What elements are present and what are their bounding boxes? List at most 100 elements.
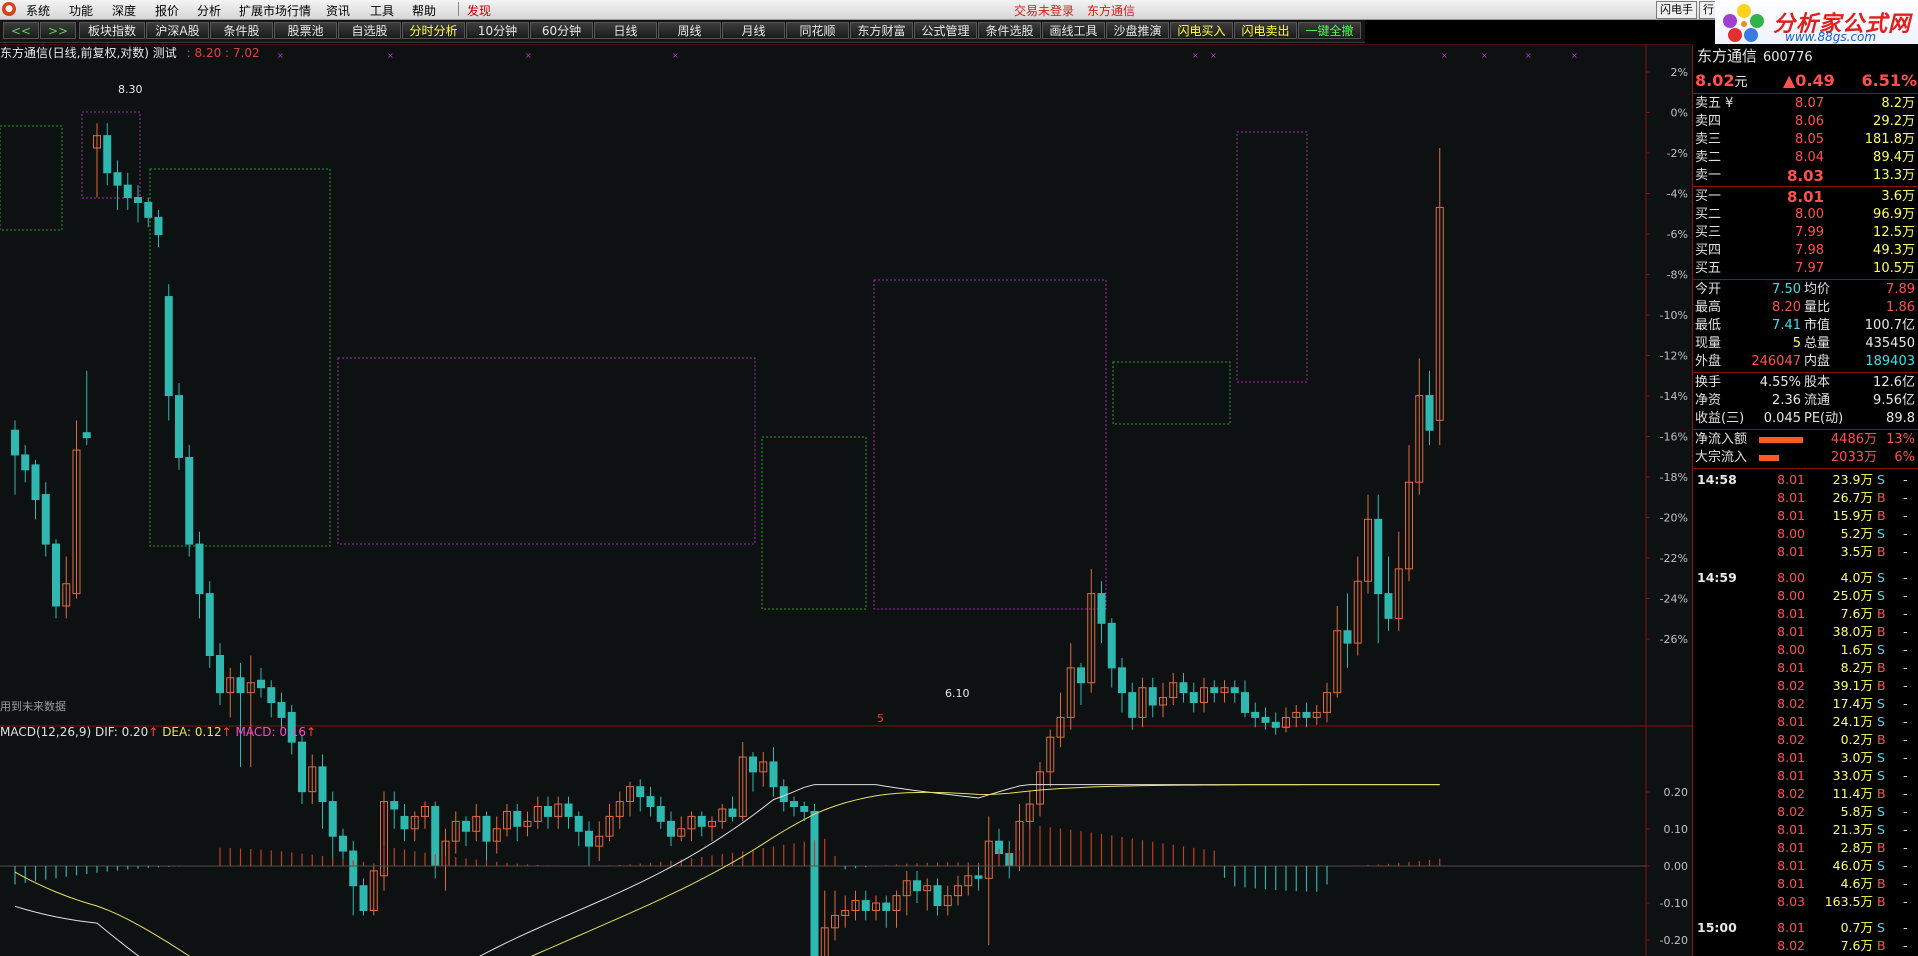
buy-label: 买二 bbox=[1695, 207, 1722, 222]
candlestick bbox=[175, 383, 183, 470]
menu-extended-market[interactable]: 扩展市场行情 bbox=[239, 2, 311, 19]
tick-volume: 8.2万 bbox=[1840, 660, 1873, 675]
tab-monthly[interactable]: 月线 bbox=[722, 22, 785, 39]
buy-level-0[interactable]: 买一 8.01 3.6万 bbox=[1693, 188, 1918, 206]
stat2-row-value-2: 9.56亿 bbox=[1873, 393, 1915, 408]
menu-discover[interactable]: 发现 bbox=[467, 2, 491, 19]
toolbar: << >> 板块指数 沪深A股 条件股 股票池 自选股 分时分析 10分钟 60… bbox=[0, 20, 1365, 43]
nav-prev-button[interactable]: << bbox=[3, 22, 39, 39]
tab-weekly[interactable]: 周线 bbox=[658, 22, 721, 39]
y-axis-label: -10% bbox=[1660, 309, 1688, 322]
stat2-row-label: 换手 bbox=[1695, 375, 1722, 390]
price-quote: 8.02元 ▲0.49 6.51% bbox=[1695, 71, 1917, 91]
tick-mark: - bbox=[1903, 588, 1908, 603]
stat2-row-label: 收益(三) bbox=[1695, 411, 1745, 426]
menu-system[interactable]: 系统 bbox=[26, 2, 50, 19]
tab-tonghuashun[interactable]: 同花顺 bbox=[786, 22, 849, 39]
chart-header: 东方通信(日线,前复权,对数) 测试 : 8.20 : 7.02 bbox=[0, 44, 260, 61]
tick-row: 8.00 25.0万 S - bbox=[1693, 587, 1918, 605]
dea-up-icon: ↑ bbox=[221, 725, 232, 739]
stat-row-label: 最低 bbox=[1695, 318, 1722, 333]
tick-mark: - bbox=[1903, 768, 1908, 783]
tick-side: B bbox=[1877, 660, 1886, 675]
cancel-all-button[interactable]: 一键全撤 bbox=[1298, 22, 1361, 39]
tick-volume: 7.6万 bbox=[1840, 938, 1873, 953]
tick-row: 8.01 15.9万 B - bbox=[1693, 507, 1918, 525]
tick-row: 8.01 26.7万 B - bbox=[1693, 489, 1918, 507]
flash-sell-button[interactable]: 闪电卖出 bbox=[1234, 22, 1297, 39]
tick-volume: 3.5万 bbox=[1840, 544, 1873, 559]
stat-row-label: 外盘 bbox=[1695, 354, 1722, 369]
menu-depth[interactable]: 深度 bbox=[112, 2, 136, 19]
sell-volume: 181.8万 bbox=[1864, 132, 1915, 147]
tick-row: 8.01 24.1万 S - bbox=[1693, 713, 1918, 731]
y-axis-label: -26% bbox=[1660, 633, 1688, 646]
buy-level-4[interactable]: 买五 7.97 10.5万 bbox=[1693, 260, 1918, 278]
brand-url[interactable]: www.88gs.com bbox=[1785, 30, 1876, 44]
tab-condition-stocks[interactable]: 条件股 bbox=[210, 22, 273, 39]
sell-level-2[interactable]: 卖三 8.05 181.8万 bbox=[1693, 131, 1918, 149]
tick-price: 8.01 bbox=[1777, 920, 1805, 935]
candlestick bbox=[205, 581, 214, 668]
tab-sector-index[interactable]: 板块指数 bbox=[79, 22, 145, 39]
menu-tools[interactable]: 工具 bbox=[370, 2, 394, 19]
stat-row-label-2: 市值 bbox=[1804, 318, 1831, 333]
menu-news[interactable]: 资讯 bbox=[326, 2, 350, 19]
stat2-row-label: 净资 bbox=[1695, 393, 1722, 408]
nav-next-button[interactable]: >> bbox=[40, 22, 76, 39]
sell-level-3[interactable]: 卖二 8.04 89.4万 bbox=[1693, 149, 1918, 167]
menu-function[interactable]: 功能 bbox=[69, 2, 93, 19]
tab-60min[interactable]: 60分钟 bbox=[530, 22, 593, 39]
tab-watchlist[interactable]: 自选股 bbox=[338, 22, 401, 39]
tab-formula-manager[interactable]: 公式管理 bbox=[914, 22, 977, 39]
tick-row: 8.03 163.5万 B - bbox=[1693, 893, 1918, 911]
tab-sandbox[interactable]: 沙盘推演 bbox=[1106, 22, 1169, 39]
macd-axis-label: 0.20 bbox=[1664, 786, 1689, 799]
tick-row: 14:58 8.01 23.9万 S - bbox=[1693, 471, 1918, 489]
menu-analysis[interactable]: 分析 bbox=[197, 2, 221, 19]
tab-condition-picker[interactable]: 条件选股 bbox=[978, 22, 1041, 39]
tab-intraday[interactable]: 分时分析 bbox=[402, 22, 465, 39]
macd-axis-label: 0.10 bbox=[1664, 823, 1689, 836]
tab-drawing-tools[interactable]: 画线工具 bbox=[1042, 22, 1105, 39]
menu-quote[interactable]: 报价 bbox=[155, 2, 179, 19]
buy-price: 7.98 bbox=[1795, 243, 1824, 258]
tick-side: B bbox=[1877, 624, 1886, 639]
tab-a-shares[interactable]: 沪深A股 bbox=[146, 22, 209, 39]
buy-label: 买四 bbox=[1695, 243, 1722, 258]
last-price: 8.02元 bbox=[1695, 71, 1748, 90]
buy-level-3[interactable]: 买四 7.98 49.3万 bbox=[1693, 242, 1918, 260]
flash-buy-button[interactable]: 闪电买入 bbox=[1170, 22, 1233, 39]
candlestick-chart[interactable]: × × × × × × × × × × 2% 0% -2% -4% -6% -8% -10% -12% -14% -… bbox=[0, 44, 1692, 956]
flow-bar bbox=[1759, 455, 1779, 461]
buy-level-2[interactable]: 买三 7.99 12.5万 bbox=[1693, 224, 1918, 242]
stat-row: 最高 8.20 量比 1.86 bbox=[1693, 299, 1918, 317]
panel-divider bbox=[1693, 372, 1918, 373]
tab-daily[interactable]: 日线 bbox=[594, 22, 657, 39]
menu-help[interactable]: 帮助 bbox=[412, 2, 436, 19]
stat-row-value: 7.50 bbox=[1772, 282, 1801, 297]
stat-row-value: 7.41 bbox=[1772, 318, 1801, 333]
tick-row: 8.01 38.0万 B - bbox=[1693, 623, 1918, 641]
tick-side: B bbox=[1877, 490, 1886, 505]
tab-stock-pool[interactable]: 股票池 bbox=[274, 22, 337, 39]
stat-row-label: 现量 bbox=[1695, 336, 1722, 351]
signal-marker: × bbox=[672, 51, 679, 60]
tab-10min[interactable]: 10分钟 bbox=[466, 22, 529, 39]
sell-price: 8.04 bbox=[1795, 150, 1824, 165]
sell-level-1[interactable]: 卖四 8.06 29.2万 bbox=[1693, 113, 1918, 131]
tick-side: S bbox=[1877, 696, 1885, 711]
chart-marker: 5 bbox=[877, 712, 884, 725]
stat-row-label-2: 总量 bbox=[1804, 336, 1831, 351]
tab-eastmoney[interactable]: 东方财富 bbox=[850, 22, 913, 39]
buy-level-1[interactable]: 买二 8.00 96.9万 bbox=[1693, 206, 1918, 224]
sell-level-4[interactable]: 卖一 8.03 13.3万 bbox=[1693, 167, 1918, 185]
stat-row-value-2: 100.7亿 bbox=[1864, 318, 1915, 333]
trade-status[interactable]: 交易未登录 bbox=[1014, 2, 1074, 19]
flow-label: 净流入额 bbox=[1695, 432, 1748, 447]
flash-trade-button[interactable]: 闪电手 bbox=[1656, 1, 1697, 19]
app-logo-icon[interactable]: ● bbox=[2, 2, 16, 16]
tick-time: 14:59 bbox=[1697, 570, 1737, 585]
sell-level-0[interactable]: 卖五 ¥ 8.07 8.2万 bbox=[1693, 95, 1918, 113]
tick-time: 15:00 bbox=[1697, 920, 1737, 935]
